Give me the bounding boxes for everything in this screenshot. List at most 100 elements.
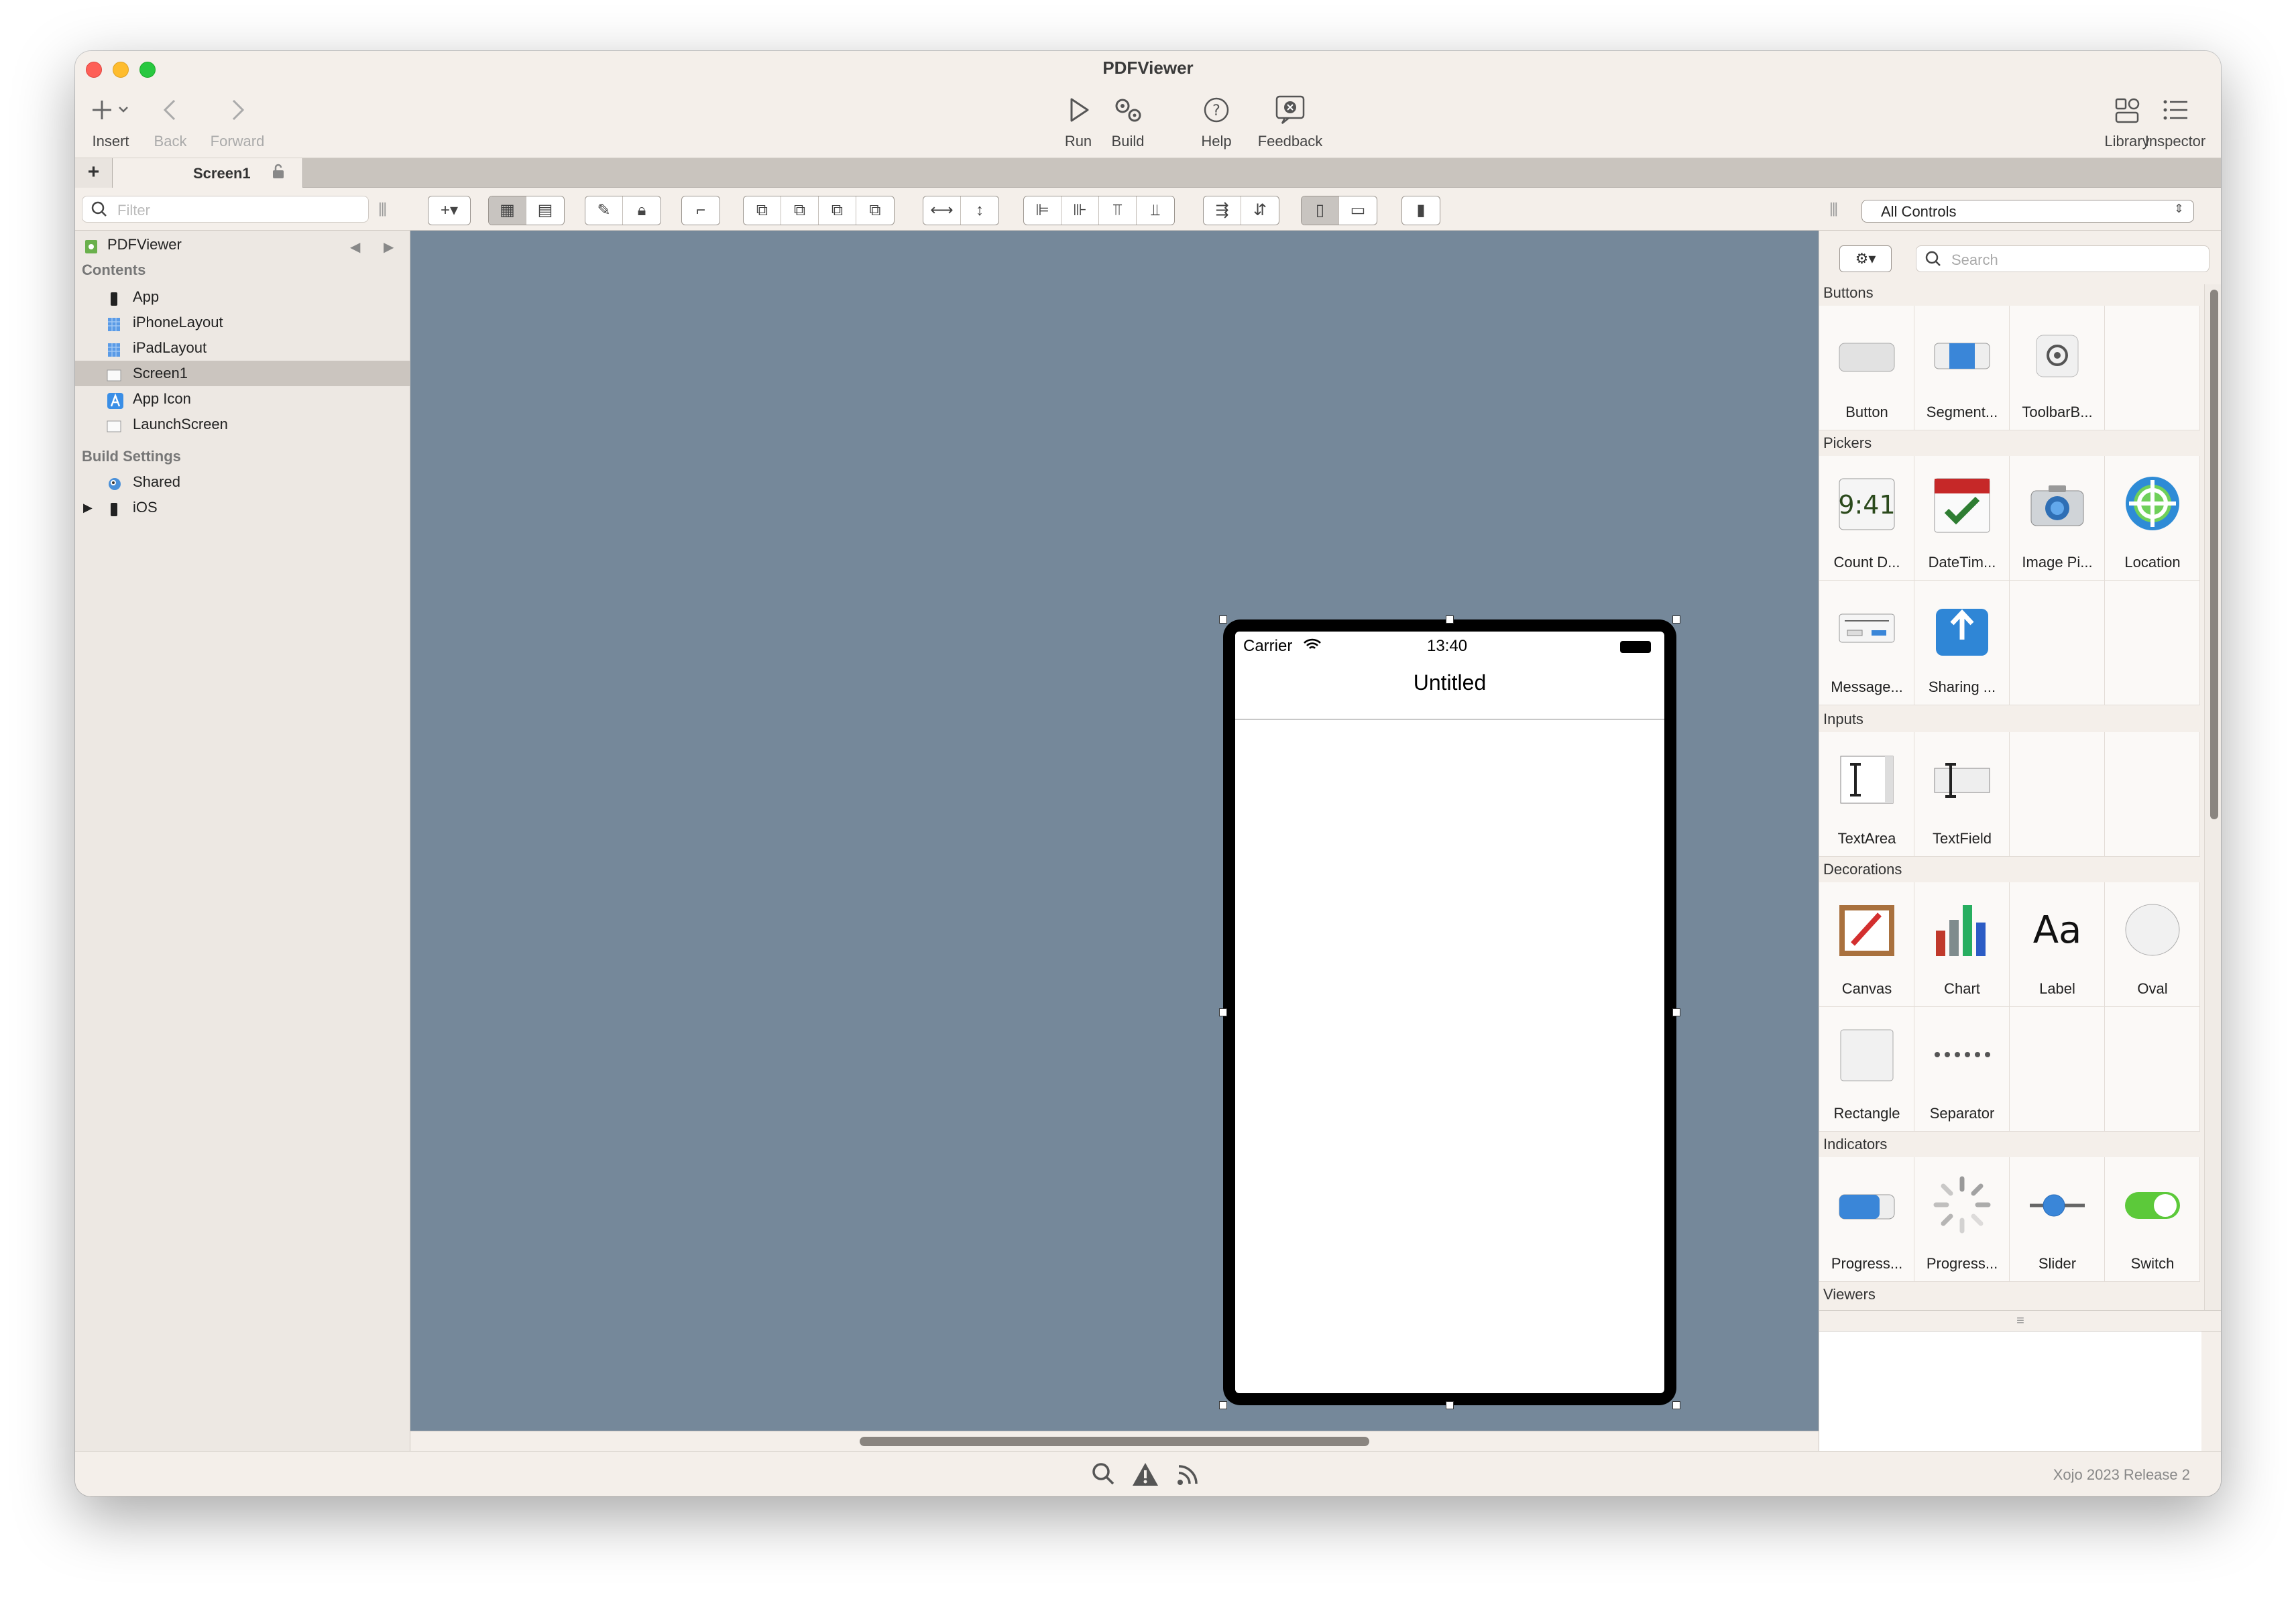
layout-canvas[interactable]: Carrier 13:40 Untitled bbox=[410, 231, 1819, 1431]
landscape-icon[interactable]: ▭ bbox=[1339, 196, 1377, 225]
iphone-device-frame[interactable]: Carrier 13:40 Untitled bbox=[1223, 619, 1676, 1405]
list-view-icon[interactable]: ▤ bbox=[526, 196, 564, 225]
control-textfield[interactable]: TextField bbox=[1914, 732, 2010, 857]
vertical-space-icon[interactable]: ↕ bbox=[961, 196, 998, 225]
control-label[interactable]: Aa Label bbox=[2010, 882, 2105, 1007]
back-button[interactable]: Back bbox=[144, 94, 197, 150]
control-countdown-picker[interactable]: 9:41 Count D... bbox=[1819, 456, 1914, 581]
scroll-thumb[interactable] bbox=[860, 1437, 1369, 1446]
nav-item-label: App bbox=[133, 288, 160, 305]
control-canvas[interactable]: Canvas bbox=[1819, 882, 1914, 1007]
warning-icon[interactable] bbox=[1131, 1461, 1160, 1494]
triangle-left-icon[interactable]: ◀ bbox=[350, 235, 360, 260]
bring-front-icon[interactable]: ⧉ bbox=[744, 196, 781, 225]
library-control-list[interactable]: Buttons Button Segment... ToolbarB... Pi… bbox=[1819, 284, 2201, 1310]
controls-category-select[interactable]: All Controls ⇕ bbox=[1861, 200, 2194, 223]
control-oval[interactable]: Oval bbox=[2105, 882, 2200, 1007]
inspector-button[interactable]: Inspector bbox=[2136, 94, 2214, 150]
control-location[interactable]: Location bbox=[2105, 456, 2200, 581]
triangle-right-icon[interactable]: ▶ bbox=[384, 235, 394, 260]
send-back-icon[interactable]: ⧉ bbox=[856, 196, 894, 225]
control-sharing-panel[interactable]: Sharing ... bbox=[1914, 581, 2010, 705]
resize-handle[interactable] bbox=[1446, 615, 1454, 624]
nav-item-ipadlayout[interactable]: iPadLayout bbox=[75, 335, 410, 361]
device-screen[interactable]: Carrier 13:40 Untitled bbox=[1235, 632, 1664, 1393]
nav-item-ios[interactable]: ▶ iOS bbox=[75, 495, 410, 520]
tab-order-icon[interactable]: ⌐ bbox=[682, 196, 720, 225]
control-segmented[interactable]: Segment... bbox=[1914, 306, 2010, 430]
library-options-button[interactable]: ⚙︎▾ bbox=[1839, 245, 1892, 272]
lock-control-icon[interactable]: 🔒︎ bbox=[623, 196, 661, 225]
control-textarea[interactable]: TextArea bbox=[1819, 732, 1914, 857]
lock-icon[interactable] bbox=[271, 164, 286, 184]
camera-icon bbox=[2030, 485, 2084, 526]
resize-handle[interactable] bbox=[1446, 1401, 1454, 1409]
help-button[interactable]: ? Help bbox=[1190, 94, 1243, 150]
control-label: Rectangle bbox=[1833, 1105, 1900, 1122]
disclosure-triangle-icon[interactable]: ▶ bbox=[83, 495, 93, 520]
nav-item-screen1[interactable]: Screen1 bbox=[75, 361, 410, 386]
align-left-icon[interactable]: ⊫ bbox=[1024, 196, 1061, 225]
control-separator[interactable]: Separator bbox=[1914, 1007, 2010, 1132]
insert-button[interactable]: Insert bbox=[80, 94, 141, 150]
align-top-icon[interactable]: ⫪ bbox=[1099, 196, 1137, 225]
tab-label: Screen1 bbox=[193, 165, 251, 182]
resize-handle[interactable] bbox=[1672, 1008, 1680, 1016]
feedback-button[interactable]: Feedback bbox=[1245, 94, 1336, 150]
nav-item-shared[interactable]: Shared bbox=[75, 469, 410, 495]
build-button[interactable]: Build bbox=[1101, 94, 1155, 150]
control-slider[interactable]: Slider bbox=[2010, 1157, 2105, 1282]
scroll-thumb[interactable] bbox=[2210, 290, 2218, 819]
control-progress-wheel[interactable]: Progress... bbox=[1914, 1157, 2010, 1282]
add-item-button[interactable]: +▾ bbox=[428, 196, 470, 225]
split-grip-icon[interactable]: ≡ bbox=[1819, 1310, 2221, 1332]
device-icon[interactable]: ▮ bbox=[1402, 196, 1440, 225]
search-icon[interactable] bbox=[1090, 1461, 1117, 1494]
nav-item-launchscreen[interactable]: LaunchScreen bbox=[75, 412, 410, 437]
project-root[interactable]: PDFViewer ◀ ▶ bbox=[75, 232, 410, 257]
align-bottom-icon[interactable]: ⫫ bbox=[1137, 196, 1174, 225]
align-right-icon[interactable]: ⊪ bbox=[1061, 196, 1099, 225]
nav-item-iphonelayout[interactable]: iPhoneLayout bbox=[75, 310, 410, 335]
library-search-input[interactable]: Search bbox=[1916, 245, 2209, 272]
resize-handle[interactable] bbox=[1672, 615, 1680, 624]
contents-header: Contents bbox=[82, 261, 146, 278]
control-message-box[interactable]: Message... bbox=[1819, 581, 1914, 705]
panel-grip-icon[interactable]: ||| bbox=[378, 200, 387, 217]
control-switch[interactable]: Switch bbox=[2105, 1157, 2200, 1282]
distribute-vertical-icon[interactable]: ⇵ bbox=[1241, 196, 1279, 225]
distribute-horizontal-icon[interactable]: ⇶ bbox=[1204, 196, 1241, 225]
resize-handle[interactable] bbox=[1219, 1008, 1227, 1016]
nav-item-app-icon[interactable]: App Icon bbox=[75, 386, 410, 412]
grid-view-icon[interactable]: ▦ bbox=[489, 196, 526, 225]
new-tab-button[interactable]: + bbox=[75, 158, 113, 188]
control-image-picker[interactable]: Image Pi... bbox=[2010, 456, 2105, 581]
horizontal-space-icon[interactable]: ⟷ bbox=[923, 196, 961, 225]
tab-screen1[interactable]: Screen1 bbox=[113, 158, 303, 188]
bring-forward-icon[interactable]: ⧉ bbox=[781, 196, 819, 225]
forward-button[interactable]: Forward bbox=[200, 94, 275, 150]
library-panel-grip-icon[interactable]: ||| bbox=[1829, 200, 1838, 217]
canvas-horizontal-scrollbar[interactable] bbox=[410, 1431, 1819, 1451]
resize-handle[interactable] bbox=[1672, 1401, 1680, 1409]
textfield-icon bbox=[1934, 763, 1990, 798]
control-chart[interactable]: Chart bbox=[1914, 882, 2010, 1007]
control-toolbar-button[interactable]: ToolbarB... bbox=[2010, 306, 2105, 430]
portrait-icon[interactable]: ▯ bbox=[1302, 196, 1339, 225]
control-label: Location bbox=[2124, 554, 2181, 571]
nav-item-app[interactable]: App bbox=[75, 284, 410, 310]
control-button[interactable]: Button bbox=[1819, 306, 1914, 430]
library-vertical-scrollbar[interactable] bbox=[2204, 284, 2221, 1310]
send-backward-icon[interactable]: ⧉ bbox=[819, 196, 856, 225]
navigator-filter-input[interactable]: Filter bbox=[82, 196, 369, 223]
control-progress-bar[interactable]: Progress... bbox=[1819, 1157, 1914, 1282]
project-icon bbox=[83, 237, 99, 253]
resize-handle[interactable] bbox=[1219, 1401, 1227, 1409]
run-button[interactable]: Run bbox=[1051, 94, 1105, 150]
control-rectangle[interactable]: Rectangle bbox=[1819, 1007, 1914, 1132]
rss-feed-icon[interactable] bbox=[1175, 1461, 1202, 1494]
navigation-bar-title: Untitled bbox=[1413, 670, 1487, 695]
pencil-icon[interactable]: ✎ bbox=[585, 196, 623, 225]
control-datetime-picker[interactable]: DateTim... bbox=[1914, 456, 2010, 581]
resize-handle[interactable] bbox=[1219, 615, 1227, 624]
